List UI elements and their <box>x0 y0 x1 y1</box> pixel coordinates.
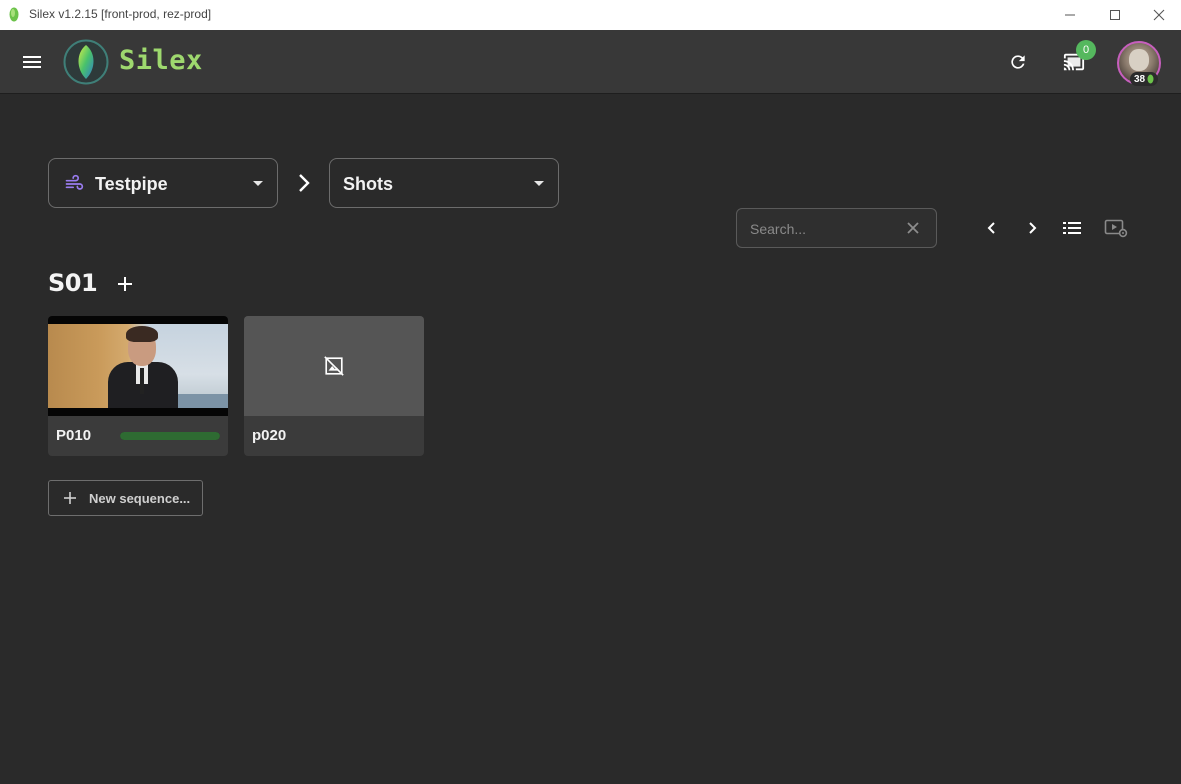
search-field[interactable] <box>736 208 937 248</box>
silex-logo-icon <box>63 39 109 85</box>
project-select-value: Testpipe <box>95 174 168 194</box>
hamburger-icon <box>23 56 41 68</box>
shot-name: P010 <box>56 427 92 444</box>
shot-thumbnail-placeholder <box>244 316 424 416</box>
plus-icon <box>64 492 76 504</box>
chevron-right-icon <box>1029 222 1037 234</box>
window-title: Silex v1.2.15 [front-prod, rez-prod] <box>29 7 212 21</box>
shot-progress-bar <box>120 432 220 440</box>
refresh-icon <box>1011 55 1025 69</box>
search-input[interactable] <box>750 218 900 240</box>
plus-icon <box>118 277 132 291</box>
maximize-button[interactable] <box>1092 0 1138 30</box>
app-bar: Silex <box>0 30 1181 94</box>
video-settings-icon <box>1104 219 1128 238</box>
shot-thumbnail <box>48 316 228 416</box>
category-select[interactable]: Shots <box>329 158 559 208</box>
brand-name: Silex <box>119 45 203 76</box>
window-titlebar: Silex v1.2.15 [front-prod, rez-prod] <box>0 0 1181 30</box>
no-image-icon <box>324 356 344 376</box>
maximize-icon <box>1110 10 1120 20</box>
shot-name: p020 <box>252 427 287 444</box>
silex-leaf-icon <box>9 7 19 22</box>
avatar-level-badge: 38 <box>1130 72 1159 86</box>
minimize-button[interactable] <box>1047 0 1093 30</box>
chevron-down-icon <box>253 181 263 186</box>
shot-card-p010[interactable]: P010 <box>48 316 228 456</box>
chevron-right-icon <box>299 174 310 192</box>
wind-icon <box>65 174 84 190</box>
clear-search-icon[interactable] <box>906 221 920 235</box>
chevron-left-icon <box>987 222 995 234</box>
new-sequence-button[interactable]: New sequence... <box>48 480 203 516</box>
shot-card-p020[interactable]: p020 <box>244 316 424 456</box>
leaf-icon <box>1147 74 1154 84</box>
new-sequence-label: New sequence... <box>89 491 191 506</box>
shot-progress-fill <box>120 432 220 440</box>
refresh-button[interactable] <box>1004 48 1032 76</box>
close-icon <box>1153 9 1165 21</box>
previous-button[interactable] <box>980 216 1004 240</box>
video-settings-button[interactable] <box>1104 216 1128 240</box>
add-shot-button[interactable] <box>114 273 136 295</box>
avatar-level-value: 38 <box>1134 73 1146 85</box>
sequence-title: S01 <box>48 269 98 297</box>
close-window-button[interactable] <box>1136 0 1181 30</box>
project-select[interactable]: Testpipe <box>48 158 278 208</box>
list-icon <box>1063 222 1081 234</box>
shot-thumbnail-image <box>48 324 228 408</box>
menu-button[interactable] <box>18 48 46 76</box>
next-button[interactable] <box>1020 216 1044 240</box>
chevron-down-icon <box>534 181 544 186</box>
cast-count-badge: 0 <box>1076 40 1096 60</box>
minimize-icon <box>1065 14 1075 16</box>
category-select-value: Shots <box>343 174 394 194</box>
list-view-button[interactable] <box>1060 216 1084 240</box>
avatar-face <box>1129 49 1149 71</box>
